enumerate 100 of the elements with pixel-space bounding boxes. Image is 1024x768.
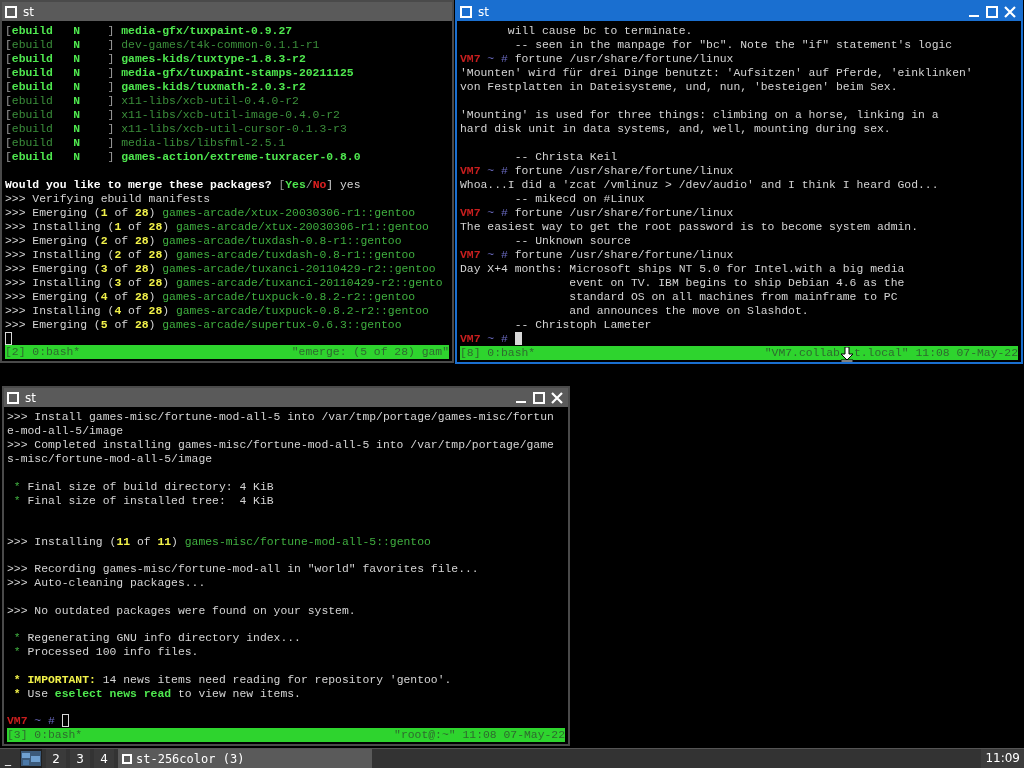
- terminal-text: games-arcade/tuxdash-0.8-r1::gentoo: [175, 247, 416, 262]
- terminal-text: fortune /usr/share/fortune/linux: [513, 164, 734, 178]
- terminal-text: x11-libs/xcb-util-cursor-0.1.3-r3: [121, 122, 347, 136]
- terminal-text: x11-libs/xcb-util-image-0.4.0-r2: [121, 108, 340, 122]
- terminal-text: of: [113, 205, 130, 220]
- terminal-text: ~ #: [486, 248, 508, 262]
- terminal-text: >>> Recording games-misc/fortune-mod-all in "world" favorites file...: [7, 562, 479, 576]
- terminal-text: >>> No outdated packages were found on your system.: [7, 603, 356, 618]
- terminal-text: No: [312, 177, 327, 192]
- terminal-text: of: [127, 303, 143, 318]
- terminal-text: 5: [100, 317, 108, 332]
- window-title-bar[interactable]: st: [457, 2, 1021, 21]
- terminal-text: ebuild: [11, 24, 53, 38]
- terminal-text: 28: [134, 261, 149, 276]
- terminal-text: games-misc/fortune-mod-all-5::gentoo: [184, 534, 431, 549]
- terminal-text: of: [127, 275, 143, 290]
- terminal-text: ): [162, 219, 171, 234]
- status-right: "emerge: (5 of 28) gam": [291, 345, 449, 359]
- terminal-text: of: [127, 247, 143, 262]
- terminal-text: and announces the move on Slashdot.: [568, 304, 809, 318]
- terminal-text: VM7: [460, 164, 481, 178]
- terminal-text: ): [148, 233, 157, 248]
- menu-button[interactable]: _: [0, 749, 16, 768]
- terminal-text: *: [12, 631, 22, 645]
- close-icon[interactable]: [1004, 5, 1016, 18]
- terminal-text: [: [5, 150, 12, 164]
- terminal-text: 11: [116, 534, 131, 549]
- terminal-text: 28: [148, 275, 163, 290]
- terminal-text: ~ #: [486, 52, 508, 66]
- terminal-text: *: [12, 672, 22, 687]
- terminal-text: ]: [106, 108, 116, 122]
- terminal-text: N: [72, 94, 81, 108]
- terminal-text: ]: [106, 94, 116, 108]
- terminal-text: -- Christoph Lameter: [513, 318, 652, 332]
- terminal-text: VM7: [460, 52, 481, 66]
- terminal-text: 3: [114, 275, 122, 290]
- terminal-text: Regenerating GNU info directory index...: [27, 631, 301, 645]
- terminal-text: ]: [106, 24, 116, 38]
- terminal-text: ebuild: [11, 52, 53, 66]
- terminal-text: /: [305, 177, 313, 192]
- terminal-text: ebuild: [11, 80, 53, 94]
- terminal-text: 2: [100, 233, 108, 248]
- terminal-text: >>> Install games-misc/fortune-mod-all-5 into /var/tmp/portage/games-misc/fortun: [7, 410, 554, 424]
- terminal-text: N: [72, 122, 81, 136]
- workspace-button[interactable]: 3: [70, 749, 90, 768]
- terminal-text: dev-games/t4k-common-0.1.1-r1: [121, 38, 320, 52]
- terminal-text: [: [5, 38, 12, 52]
- maximize-icon[interactable]: [986, 5, 998, 18]
- terminal-text: to view new items.: [176, 686, 301, 701]
- terminal-text: 4: [114, 303, 122, 318]
- terminal-text: ): [162, 247, 171, 262]
- terminal-text: N: [72, 80, 81, 94]
- terminal-text: 11: [157, 534, 172, 549]
- window-icon[interactable]: [7, 391, 19, 404]
- window-icon[interactable]: [5, 5, 17, 18]
- terminal-text: 4: [100, 289, 108, 304]
- window-title: st: [23, 3, 35, 21]
- status-right: t.local" 11:08 07-May-22: [853, 346, 1018, 360]
- terminal-text: >>> Installing (: [7, 534, 117, 549]
- terminal-text: ): [148, 317, 157, 332]
- terminal-text: e-mod-all-5/image: [7, 424, 124, 438]
- terminal-text: Final size of installed tree: 4 KiB: [27, 493, 274, 508]
- terminal-text: -- Christa Keil: [513, 150, 618, 164]
- workspace-button[interactable]: 4: [94, 749, 114, 768]
- terminal-text: von Festplatten in Dateisysteme, und, nun, 'besteigen' beim Sex.: [460, 80, 898, 94]
- window-title: st: [25, 389, 37, 407]
- terminal-text: [: [5, 52, 12, 66]
- terminal-text: event on TV. IBM begins to ship Debian 4.6 as the: [568, 276, 905, 290]
- window-title-bar[interactable]: st: [2, 2, 452, 21]
- terminal-text: games-arcade/tuxpuck-0.8.2-r2::gentoo: [162, 289, 416, 304]
- terminal-text: 28: [148, 247, 163, 262]
- terminal-text: [: [5, 80, 12, 94]
- terminal-text: 28: [134, 205, 149, 220]
- workspace-pager[interactable]: [20, 749, 42, 768]
- terminal-text: N: [72, 38, 81, 52]
- terminal-text: Final size of build directory: 4 KiB: [27, 479, 274, 494]
- terminal-text: ebuild: [11, 94, 53, 108]
- taskbar-task[interactable]: st-256color (3): [118, 749, 372, 768]
- terminal-text: VM7: [460, 206, 481, 220]
- maximize-icon[interactable]: [533, 391, 545, 404]
- terminal-text: fortune /usr/share/fortune/linux: [513, 248, 734, 262]
- window-title-bar[interactable]: st: [4, 388, 568, 407]
- close-icon[interactable]: [551, 391, 563, 404]
- terminal-text: of: [113, 289, 130, 304]
- status-left: [8] 0:bash*: [460, 346, 536, 360]
- window-icon[interactable]: [460, 5, 472, 18]
- terminal-text: games-arcade/tuxanci-20110429-r2::gento: [175, 275, 443, 290]
- terminal-text: ]: [106, 136, 116, 150]
- terminal-text: Processed 100 info files.: [27, 645, 199, 659]
- terminal-text: *: [12, 479, 22, 494]
- taskbar-clock: 11:09: [981, 749, 1024, 768]
- terminal-text: of: [113, 317, 130, 332]
- terminal-text: >>> Emerging (: [5, 261, 101, 276]
- status-right: "root@:~" 11:08 07-May-22: [394, 728, 565, 742]
- workspace-button[interactable]: 2: [46, 749, 66, 768]
- terminal-text: ~ #: [33, 714, 55, 728]
- terminal-text: ]: [106, 150, 116, 164]
- terminal-text: The easiest way to get the root password is to become system admin.: [460, 220, 918, 234]
- terminal-text: IMPORTANT:: [27, 672, 96, 687]
- terminal-text: Would you like to merge these packages?: [5, 177, 273, 192]
